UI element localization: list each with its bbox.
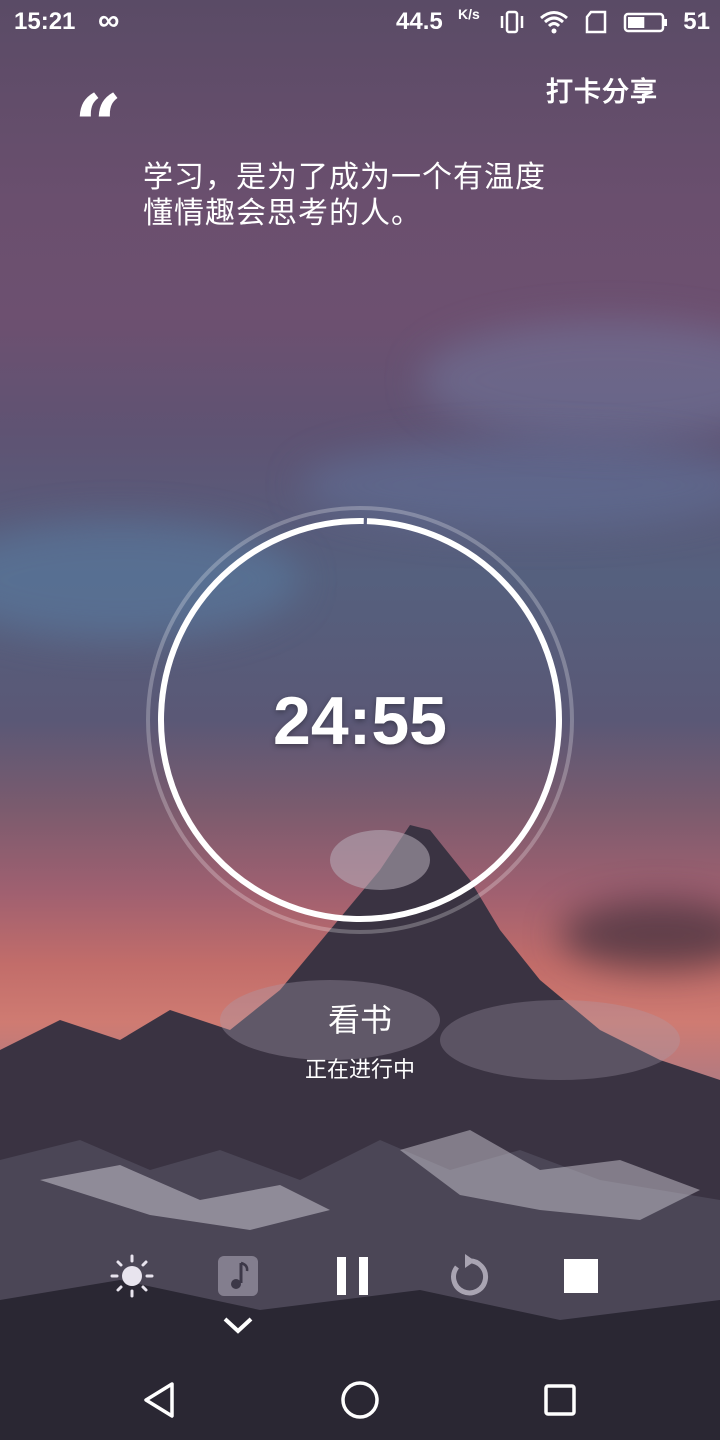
stop-icon bbox=[564, 1259, 598, 1293]
music-icon bbox=[218, 1256, 258, 1296]
checkin-share-button[interactable]: 打卡分享 bbox=[546, 70, 658, 109]
infinity-icon: ∞ bbox=[98, 4, 120, 37]
status-icons: 51 bbox=[499, 8, 710, 36]
control-bar bbox=[0, 1244, 720, 1308]
vibrate-icon bbox=[501, 10, 524, 34]
pause-button[interactable] bbox=[321, 1244, 385, 1308]
battery-level: 51 bbox=[683, 8, 710, 35]
focus-timer-screen: 15:21 ∞ 44.5 K/s 51 打卡分享 “ 学习，是为了成为一个有温度… bbox=[0, 0, 720, 1440]
chevron-down-icon[interactable] bbox=[220, 1312, 256, 1338]
task-name: 看书 bbox=[327, 1001, 392, 1039]
motivational-quote: 学习，是为了成为一个有温度 懂情趣会思考的人。 bbox=[143, 160, 643, 232]
back-button[interactable] bbox=[136, 1376, 184, 1424]
quote-line-2: 懂情趣会思考的人。 bbox=[143, 196, 422, 231]
quote-mark-icon: “ bbox=[74, 76, 123, 175]
brightness-button[interactable] bbox=[100, 1244, 164, 1308]
home-button[interactable] bbox=[336, 1376, 384, 1424]
status-time: 15:21 bbox=[14, 8, 76, 35]
pause-icon bbox=[337, 1257, 368, 1295]
brightness-icon bbox=[110, 1254, 154, 1298]
network-speed-unit: K/s bbox=[458, 6, 480, 22]
wifi-icon bbox=[540, 11, 569, 34]
music-button[interactable] bbox=[206, 1244, 270, 1308]
restart-button[interactable] bbox=[436, 1244, 500, 1308]
recents-icon bbox=[544, 1384, 576, 1416]
battery-icon bbox=[624, 12, 668, 33]
task-status: 正在进行中 bbox=[304, 1058, 415, 1083]
network-speed: 44.5 bbox=[396, 8, 443, 35]
status-bar: 15:21 ∞ 44.5 K/s 51 bbox=[0, 0, 720, 46]
restart-icon bbox=[451, 1254, 489, 1296]
back-icon bbox=[144, 1382, 174, 1418]
stop-button[interactable] bbox=[549, 1244, 613, 1308]
recents-button[interactable] bbox=[536, 1376, 584, 1424]
quote-line-1: 学习，是为了成为一个有温度 bbox=[143, 160, 546, 195]
timer-display: 24:55 bbox=[273, 683, 447, 759]
navigation-bar bbox=[0, 1356, 720, 1440]
sim-icon bbox=[586, 10, 607, 34]
home-icon bbox=[341, 1381, 379, 1419]
